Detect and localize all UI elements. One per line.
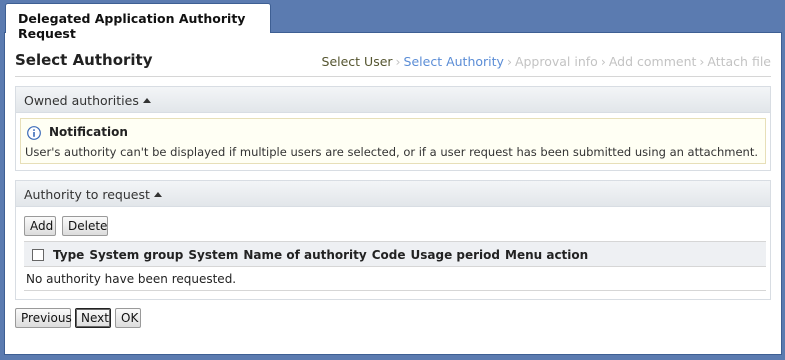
column-system: System (188, 248, 239, 262)
ok-button[interactable]: OK (115, 308, 141, 328)
main-panel: Select Authority Select User › Select Auth… (4, 32, 782, 355)
column-system-group: System group (89, 248, 184, 262)
step-add-comment: Add comment (608, 54, 697, 69)
authority-to-request-label: Authority to request (24, 187, 150, 202)
owned-authorities-section: Owned authorities Notification User's au… (15, 86, 771, 171)
next-button[interactable]: Next (75, 308, 111, 328)
step-attach-file: Attach file (707, 54, 771, 69)
table-header: Type System group System Name of authority C… (24, 241, 766, 267)
empty-table-message: No authority have been requested. (24, 267, 766, 291)
select-all-checkbox[interactable] (32, 249, 44, 261)
column-name-of-authority: Name of authority (243, 248, 367, 262)
column-code: Code (371, 248, 406, 262)
column-menu-action: Menu action (505, 248, 589, 262)
owned-authorities-header[interactable]: Owned authorities (16, 87, 770, 113)
step-select-user: Select User (321, 54, 393, 69)
notification-title: Notification (49, 125, 128, 139)
step-separator-icon: › (699, 54, 705, 69)
add-button[interactable]: Add (24, 216, 56, 236)
authority-to-request-section: Authority to request Add Delete Type Syst… (15, 180, 771, 300)
owned-authorities-label: Owned authorities (24, 93, 139, 108)
collapse-caret-icon[interactable] (142, 98, 151, 103)
page-title: Select Authority (15, 51, 153, 69)
step-separator-icon: › (395, 54, 401, 69)
collapse-caret-icon[interactable] (153, 192, 162, 197)
tab-delegated-application-authority-request[interactable]: Delegated Application Authority Request (5, 3, 271, 41)
delete-button[interactable]: Delete (62, 216, 108, 236)
column-usage-period: Usage period (410, 248, 500, 262)
step-separator-icon: › (600, 54, 606, 69)
step-approval-info: Approval info (514, 54, 598, 69)
step-breadcrumb: Select User › Select Authority › Approval in… (322, 54, 771, 69)
title-divider (15, 76, 771, 77)
notification-text: User's authority can't be displayed if m… (25, 145, 759, 159)
step-select-authority: Select Authority (403, 54, 504, 69)
previous-button[interactable]: Previous (15, 308, 72, 328)
authority-to-request-header[interactable]: Authority to request (16, 181, 770, 207)
step-separator-icon: › (506, 54, 512, 69)
notification-box: Notification User's authority can't be d… (20, 118, 766, 164)
column-type: Type (53, 248, 85, 262)
info-icon (27, 126, 41, 140)
